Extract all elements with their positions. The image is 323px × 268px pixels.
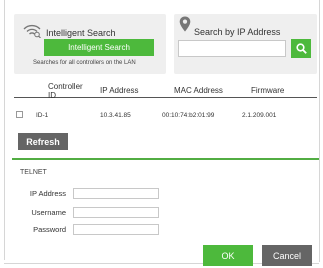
cell-controller-id: ID-1 <box>36 111 49 119</box>
ip-search-button[interactable] <box>291 39 311 58</box>
section-divider <box>12 158 319 160</box>
ip-search-title: Search by IP Address <box>194 27 281 37</box>
header-firmware[interactable]: Firmware <box>230 86 317 95</box>
search-icon <box>295 43 307 54</box>
intelligent-search-hint: Searches for all controllers on the LAN <box>33 60 136 66</box>
telnet-ip-input[interactable] <box>73 188 159 199</box>
telnet-ip-label: IP Address <box>29 189 66 198</box>
ip-search-input[interactable] <box>178 40 286 57</box>
ip-search-panel: Search by IP Address <box>174 14 317 74</box>
dialog-left-edge <box>4 0 5 260</box>
cell-ip-address: 10.3.41.85 <box>100 111 131 119</box>
refresh-button[interactable]: Refresh <box>18 133 68 150</box>
table-header: Controller ID IP Address MAC Address Fir… <box>14 82 317 100</box>
cell-mac-address: 00:10:74:b2:01:99 <box>162 111 215 119</box>
dialog-right-edge <box>319 0 320 262</box>
cell-firmware: 2.1.209.001 <box>242 111 277 119</box>
row-checkbox[interactable] <box>16 110 23 118</box>
telnet-username-input[interactable] <box>73 207 159 218</box>
telnet-password-label: Password <box>33 225 66 234</box>
header-controller-id[interactable]: Controller ID <box>24 82 90 100</box>
header-ip-address[interactable]: IP Address <box>90 86 156 95</box>
cancel-button[interactable]: Cancel <box>262 245 312 266</box>
controllers-table: Controller ID IP Address MAC Address Fir… <box>14 82 317 132</box>
wifi-search-icon <box>23 24 41 38</box>
header-mac-address[interactable]: MAC Address <box>156 86 230 95</box>
telnet-section-title: TELNET <box>20 169 47 176</box>
intelligent-search-title: Intelligent Search <box>46 28 116 38</box>
table-row[interactable]: ID-1 10.3.41.85 00:10:74:b2:01:99 2.1.20… <box>14 98 317 132</box>
location-pin-icon <box>179 16 191 32</box>
telnet-password-input[interactable] <box>73 224 159 235</box>
telnet-username-label: Username <box>31 208 66 217</box>
ok-button[interactable]: OK <box>203 245 253 266</box>
intelligent-search-panel: Intelligent Search Intelligent Search Se… <box>14 14 166 74</box>
intelligent-search-button[interactable]: Intelligent Search <box>44 39 154 56</box>
